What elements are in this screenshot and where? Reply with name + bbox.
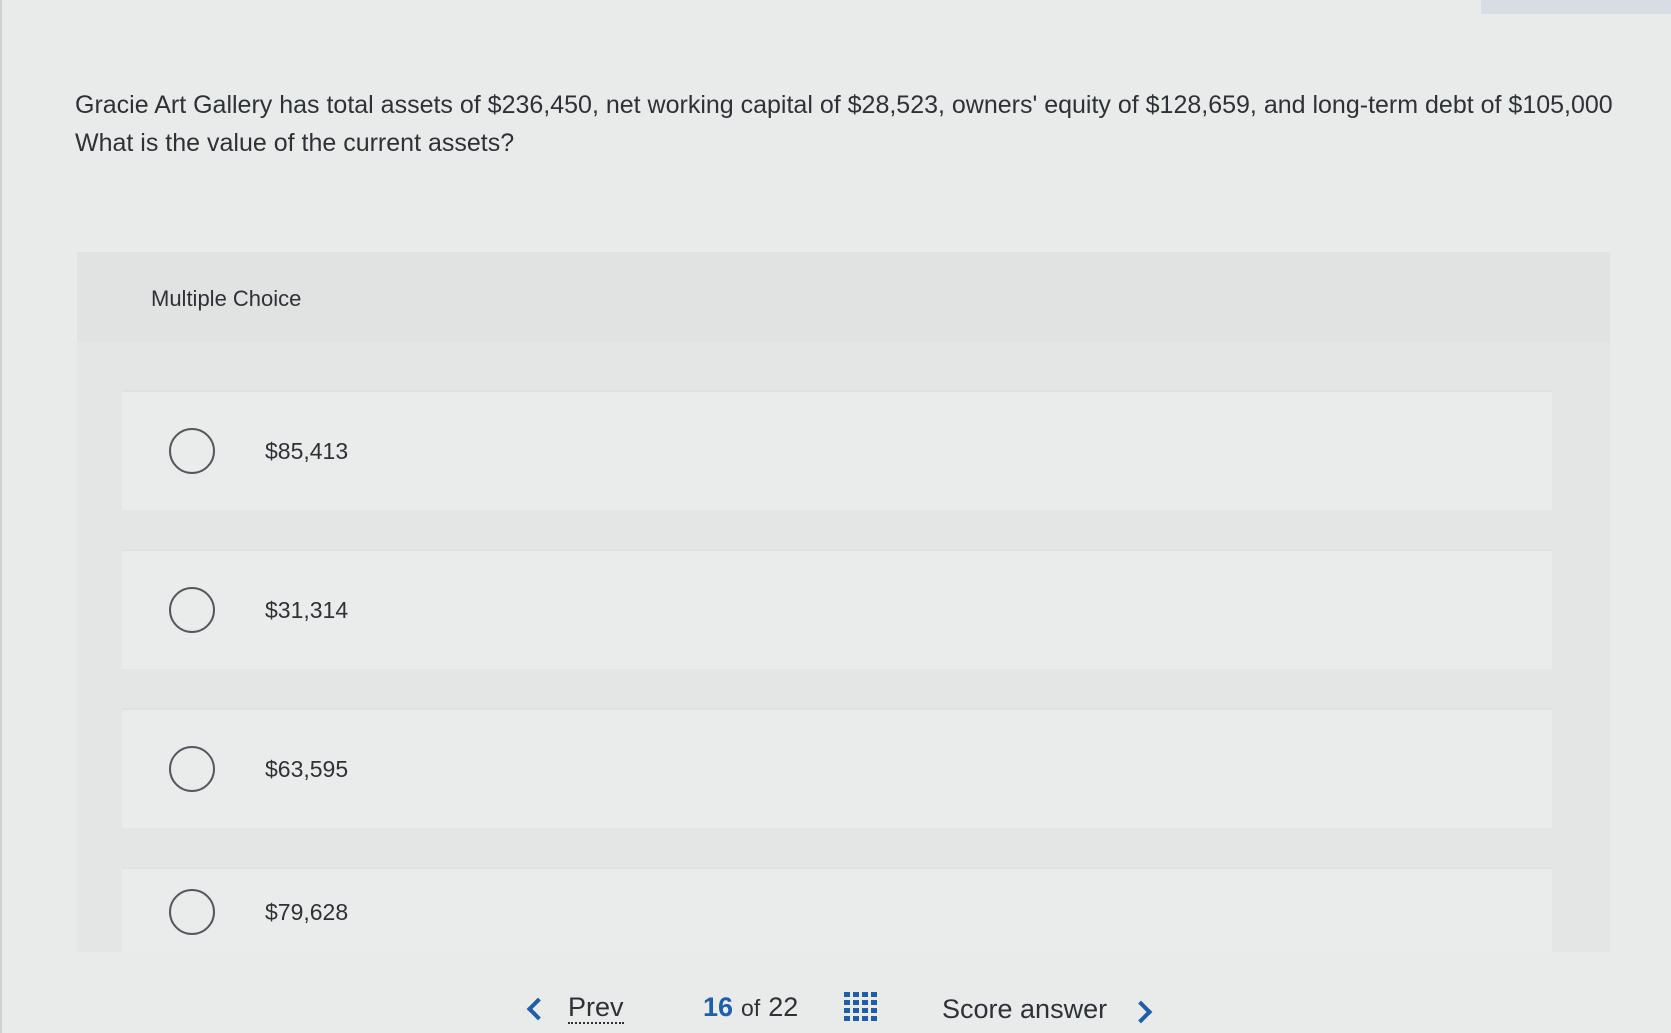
top-toolbar-strip — [1481, 0, 1671, 14]
answer-option-label: $85,413 — [265, 437, 349, 464]
question-navigation-bar: Prev 16 of 22 Score answer — [0, 990, 1671, 1033]
multiple-choice-label: Multiple Choice — [151, 286, 302, 311]
prev-label: Prev — [568, 992, 624, 1024]
answer-option-label: $79,628 — [265, 899, 349, 925]
total-pages-number: 22 — [768, 992, 799, 1022]
answer-option-label: $63,595 — [265, 755, 349, 782]
prev-button[interactable]: Prev — [526, 992, 624, 1024]
left-edge-divider — [0, 0, 2, 1033]
score-answer-label: Score answer — [942, 994, 1108, 1024]
radio-button-icon[interactable] — [169, 587, 215, 633]
multiple-choice-header: Multiple Choice — [77, 252, 1610, 342]
radio-button-icon[interactable] — [169, 428, 215, 474]
answer-option-label: $31,314 — [265, 596, 349, 623]
answer-option-1[interactable]: $85,413 — [122, 390, 1552, 510]
answer-option-4[interactable]: $79,628 — [122, 867, 1552, 952]
score-answer-button[interactable]: Score answer — [942, 994, 1153, 1025]
current-page-number: 16 — [703, 992, 734, 1022]
answer-option-3[interactable]: $63,595 — [122, 708, 1552, 828]
chevron-left-icon — [526, 997, 550, 1021]
radio-button-icon[interactable] — [169, 746, 215, 792]
answer-option-2[interactable]: $31,314 — [122, 549, 1552, 669]
radio-button-icon[interactable] — [169, 889, 215, 935]
grid-icon[interactable] — [844, 992, 878, 1024]
question-text: Gracie Art Gallery has total assets of $… — [75, 91, 1613, 157]
chevron-right-icon — [1129, 1000, 1153, 1023]
page-of-label: of — [741, 995, 761, 1021]
page-indicator: 16 of 22 — [703, 992, 798, 1023]
multiple-choice-panel: Multiple Choice $85,413 $31,314 $63,595 … — [77, 252, 1610, 952]
